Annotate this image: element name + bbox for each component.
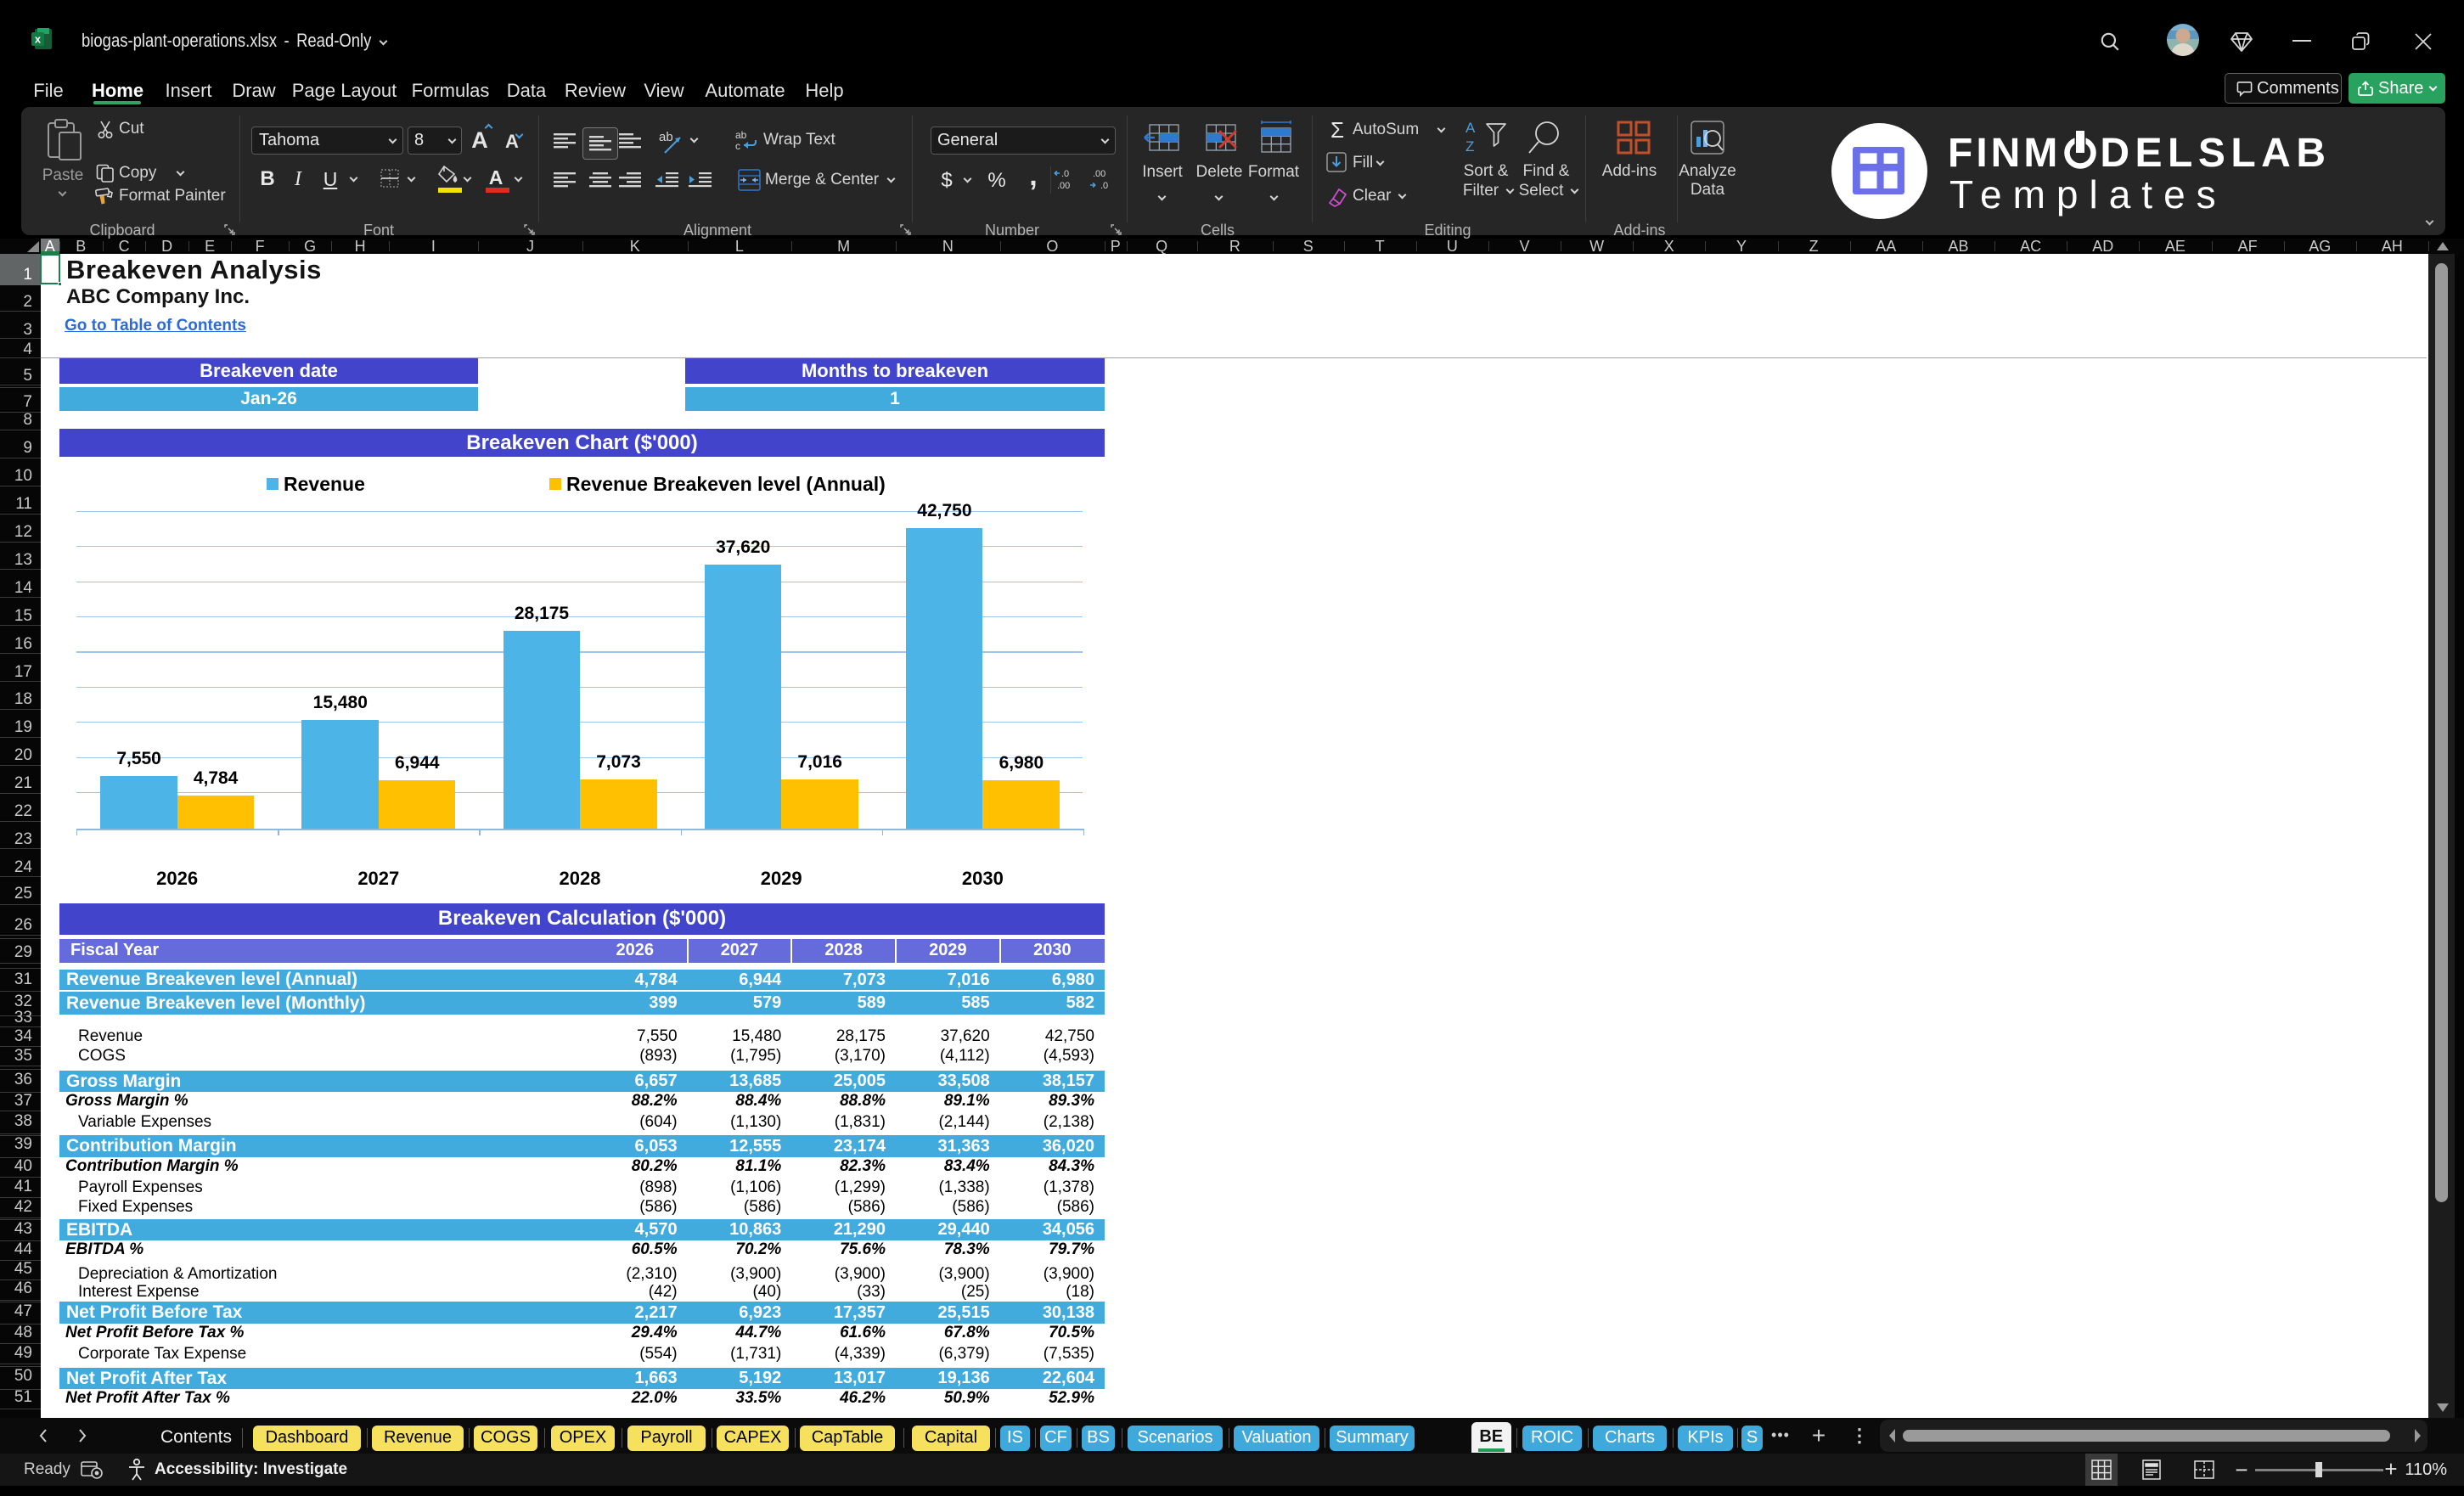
svg-text:ab: ab <box>659 130 673 144</box>
svg-text:.00: .00 <box>1093 169 1105 179</box>
svg-text:.00: .00 <box>1057 181 1070 191</box>
svg-text:A: A <box>1465 120 1476 136</box>
svg-text:c: c <box>735 140 740 152</box>
svg-text:Z: Z <box>1465 138 1474 155</box>
svg-text:.0: .0 <box>1061 169 1069 179</box>
svg-text:x: x <box>35 33 42 46</box>
svg-text:.0: .0 <box>1100 181 1108 191</box>
svg-text:ab: ab <box>735 129 747 141</box>
